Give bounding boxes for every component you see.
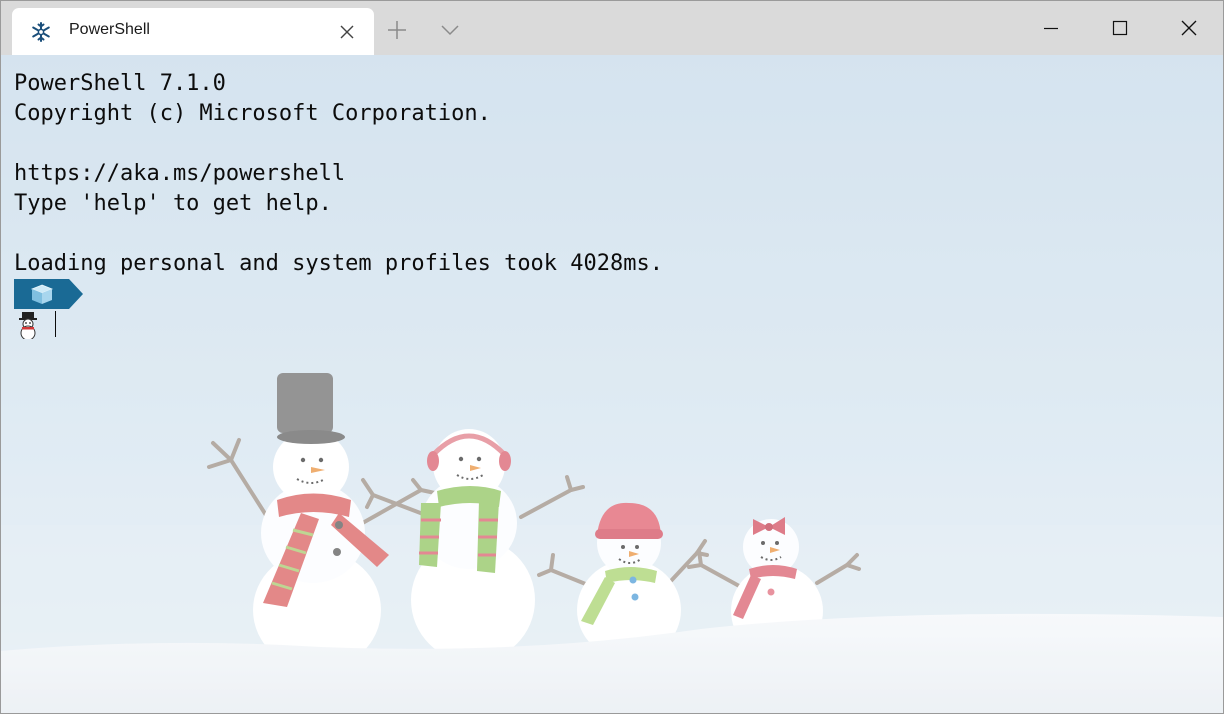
snowflake-icon xyxy=(32,22,50,42)
tab-title: PowerShell xyxy=(69,21,150,38)
minimize-button[interactable] xyxy=(1017,1,1085,55)
terminal-pane[interactable]: PowerShell 7.1.0 Copyright (c) Microsoft … xyxy=(1,55,1223,713)
minimize-icon xyxy=(1044,27,1058,30)
terminal-window: PowerShell PowerShell 7.1.0 Copyright (c… xyxy=(0,0,1224,714)
chevron-down-icon[interactable] xyxy=(438,20,462,40)
output-line: Loading personal and system profiles too… xyxy=(14,251,664,276)
output-line: https://aka.ms/powershell xyxy=(14,161,346,186)
maximize-button[interactable] xyxy=(1086,1,1154,55)
snowman-icon xyxy=(19,312,37,339)
output-line: PowerShell 7.1.0 xyxy=(14,71,226,96)
close-icon xyxy=(1181,20,1197,36)
prompt-segment xyxy=(14,279,83,309)
close-window-button[interactable] xyxy=(1155,1,1223,55)
title-bar[interactable]: PowerShell xyxy=(1,1,1223,55)
close-icon[interactable] xyxy=(338,23,356,41)
plus-icon[interactable] xyxy=(385,18,409,42)
output-line: Type 'help' to get help. xyxy=(14,191,332,216)
cube-icon xyxy=(30,284,54,304)
tab-powershell[interactable]: PowerShell xyxy=(12,8,374,55)
terminal-output: PowerShell 7.1.0 Copyright (c) Microsoft … xyxy=(14,69,663,279)
maximize-icon xyxy=(1112,20,1128,36)
output-line: Copyright (c) Microsoft Corporation. xyxy=(14,101,491,126)
text-cursor xyxy=(55,311,56,337)
